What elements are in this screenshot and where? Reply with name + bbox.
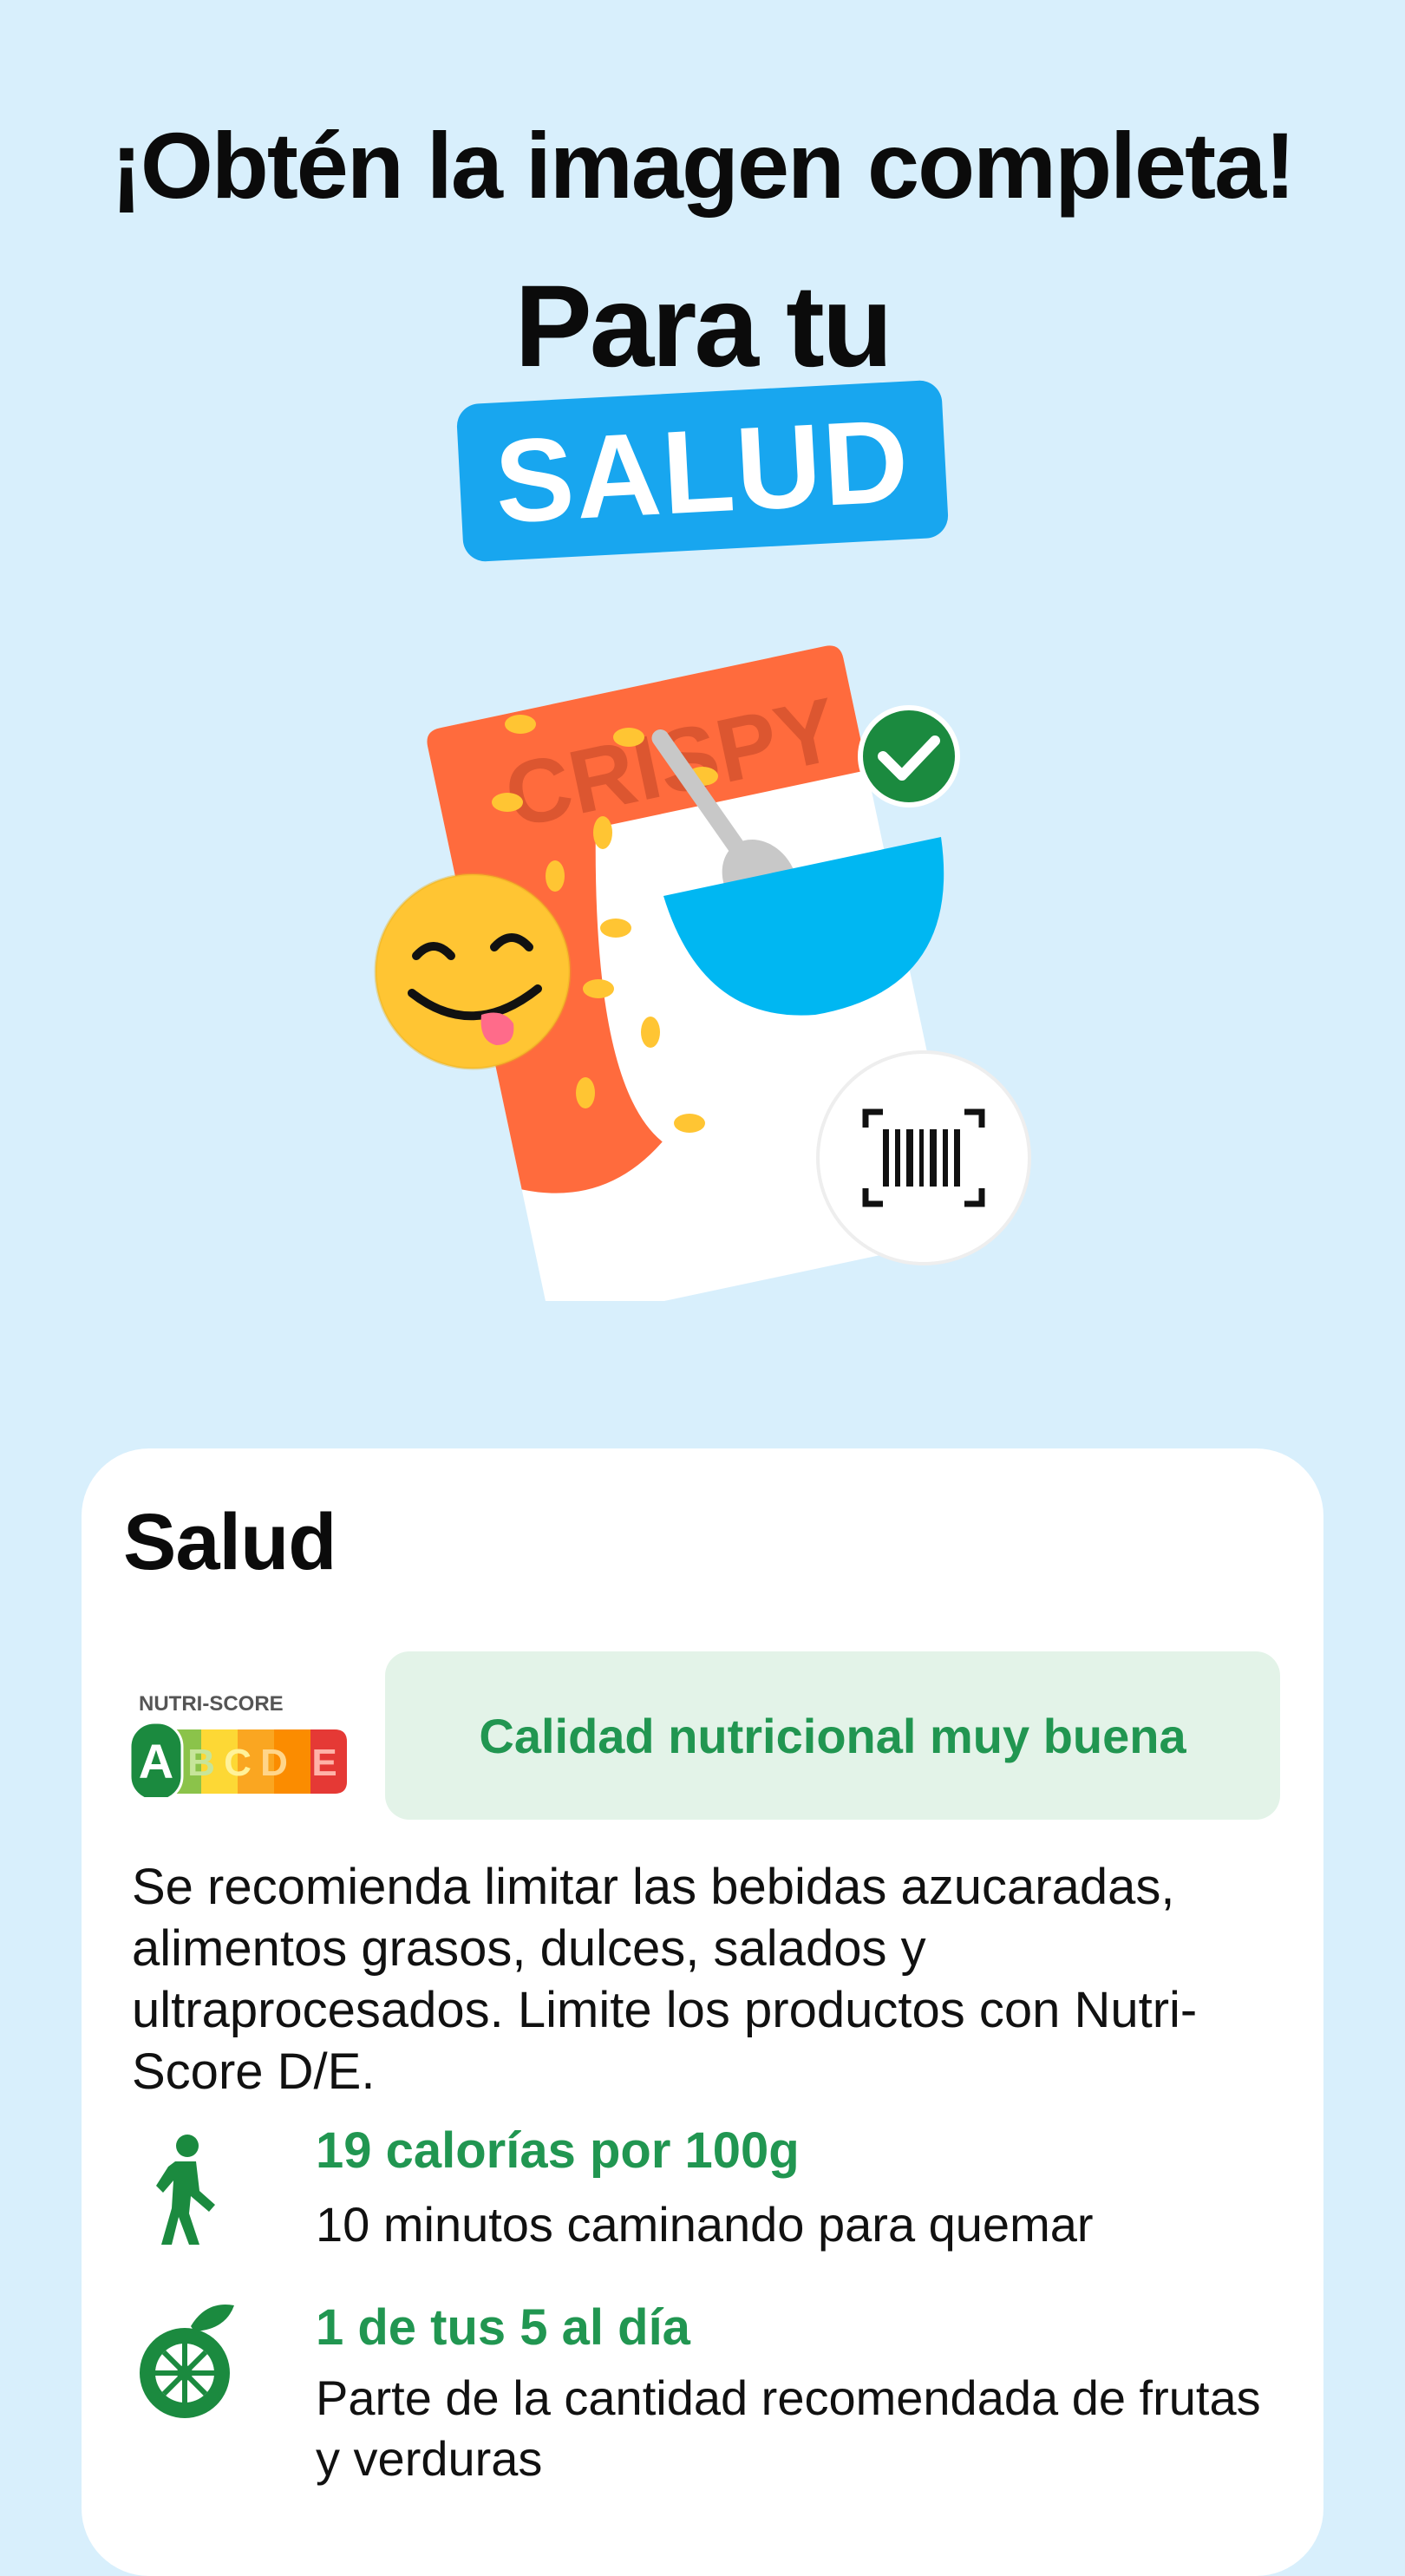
nutri-grade-d: D	[260, 1742, 288, 1784]
nutri-grade-c: C	[224, 1742, 252, 1784]
smiley-tongue-icon	[374, 873, 572, 1070]
five-a-day-title: 1 de tus 5 al día	[316, 2299, 690, 2356]
five-a-day-text: Parte de la cantidad recomendada de frut…	[316, 2370, 1261, 2486]
nutri-quality-box: Calidad nutricional muy buena	[385, 1651, 1280, 1820]
card-title: Salud	[123, 1498, 337, 1586]
salud-badge: SALUD	[455, 379, 950, 563]
nutri-score-badge: NUTRI-SCORE A B C D E	[130, 1692, 347, 1797]
calories-text: 10 minutos caminando para quemar	[316, 2197, 1094, 2252]
nutri-grade-b: B	[187, 1742, 215, 1784]
salud-badge-label: SALUD	[492, 394, 913, 548]
orange-fruit-icon	[140, 2305, 234, 2418]
check-circle-icon	[858, 705, 960, 807]
health-card: Salud NUTRI-SCORE A B C D E Calidad nutr…	[82, 1448, 1323, 2576]
nutri-quality-text: Calidad nutricional muy buena	[479, 1708, 1186, 1763]
nutri-score-label: NUTRI-SCORE	[139, 1692, 284, 1716]
barcode-scan-icon	[816, 1050, 1031, 1265]
health-advice-text: Se recomienda limitar las bebidas azucar…	[132, 1859, 1198, 2100]
calories-title: 19 calorías por 100g	[316, 2122, 800, 2179]
nutri-grade-a: A	[139, 1734, 173, 1788]
headline: ¡Obtén la imagen completa!	[110, 113, 1296, 218]
nutri-grade-e: E	[311, 1742, 337, 1784]
walking-person-icon	[156, 2135, 215, 2245]
food-scan-illustration: CRISPY	[374, 645, 1031, 1301]
subheadline: Para tu	[514, 262, 892, 391]
